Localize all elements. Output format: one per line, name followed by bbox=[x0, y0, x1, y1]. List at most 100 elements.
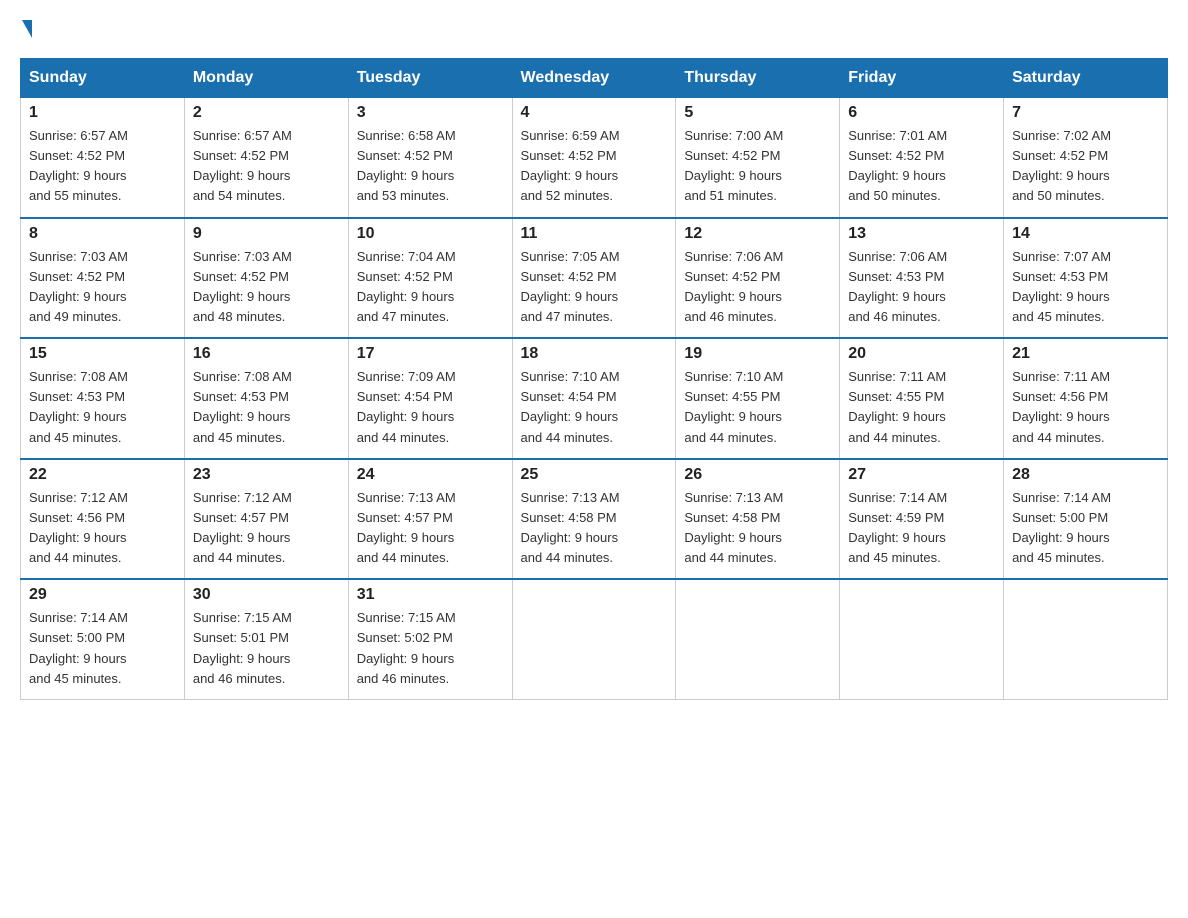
day-info: Sunrise: 7:10 AMSunset: 4:54 PMDaylight:… bbox=[521, 367, 668, 448]
day-number: 26 bbox=[684, 466, 831, 484]
day-number: 3 bbox=[357, 104, 504, 122]
day-info: Sunrise: 7:14 AMSunset: 5:00 PMDaylight:… bbox=[1012, 488, 1159, 569]
day-number: 29 bbox=[29, 586, 176, 604]
day-info: Sunrise: 7:15 AMSunset: 5:02 PMDaylight:… bbox=[357, 608, 504, 689]
weekday-header-tuesday: Tuesday bbox=[348, 59, 512, 98]
day-number: 1 bbox=[29, 104, 176, 122]
calendar-cell: 26 Sunrise: 7:13 AMSunset: 4:58 PMDayligh… bbox=[676, 459, 840, 580]
logo-triangle-icon bbox=[22, 20, 32, 38]
day-info: Sunrise: 7:06 AMSunset: 4:53 PMDaylight:… bbox=[848, 247, 995, 328]
calendar-cell: 27Sunrise: 7:14 AMSunset: 4:59 PMDayligh… bbox=[840, 459, 1004, 580]
calendar-cell: 13 Sunrise: 7:06 AMSunset: 4:53 PMDayligh… bbox=[840, 218, 1004, 339]
day-number: 4 bbox=[521, 104, 668, 122]
day-info: Sunrise: 7:05 AMSunset: 4:52 PMDaylight:… bbox=[521, 247, 668, 328]
day-number: 7 bbox=[1012, 104, 1159, 122]
day-info: Sunrise: 7:15 AMSunset: 5:01 PMDaylight:… bbox=[193, 608, 340, 689]
day-number: 21 bbox=[1012, 345, 1159, 363]
calendar-cell: 5 Sunrise: 7:00 AMSunset: 4:52 PMDaylight… bbox=[676, 98, 840, 218]
day-info: Sunrise: 7:07 AMSunset: 4:53 PMDaylight:… bbox=[1012, 247, 1159, 328]
day-info: Sunrise: 7:00 AMSunset: 4:52 PMDaylight:… bbox=[684, 126, 831, 207]
calendar-cell: 6Sunrise: 7:01 AMSunset: 4:52 PMDaylight… bbox=[840, 98, 1004, 218]
calendar-cell: 18 Sunrise: 7:10 AMSunset: 4:54 PMDayligh… bbox=[512, 338, 676, 459]
calendar-cell: 20 Sunrise: 7:11 AMSunset: 4:55 PMDayligh… bbox=[840, 338, 1004, 459]
day-number: 6 bbox=[848, 104, 995, 122]
day-number: 5 bbox=[684, 104, 831, 122]
calendar-cell: 17 Sunrise: 7:09 AMSunset: 4:54 PMDayligh… bbox=[348, 338, 512, 459]
calendar-cell bbox=[1004, 579, 1168, 699]
day-info: Sunrise: 7:08 AMSunset: 4:53 PMDaylight:… bbox=[193, 367, 340, 448]
day-info: Sunrise: 7:13 AMSunset: 4:57 PMDaylight:… bbox=[357, 488, 504, 569]
logo bbox=[20, 20, 33, 38]
day-info: Sunrise: 7:14 AMSunset: 4:59 PMDaylight:… bbox=[848, 488, 995, 569]
logo-text bbox=[20, 20, 33, 38]
day-number: 18 bbox=[521, 345, 668, 363]
calendar-cell: 30 Sunrise: 7:15 AMSunset: 5:01 PMDayligh… bbox=[184, 579, 348, 699]
calendar-cell: 12Sunrise: 7:06 AMSunset: 4:52 PMDayligh… bbox=[676, 218, 840, 339]
calendar-table: SundayMondayTuesdayWednesdayThursdayFrid… bbox=[20, 58, 1168, 700]
day-info: Sunrise: 7:13 AMSunset: 4:58 PMDaylight:… bbox=[521, 488, 668, 569]
day-number: 22 bbox=[29, 466, 176, 484]
day-number: 8 bbox=[29, 225, 176, 243]
weekday-header-thursday: Thursday bbox=[676, 59, 840, 98]
day-info: Sunrise: 6:58 AMSunset: 4:52 PMDaylight:… bbox=[357, 126, 504, 207]
day-info: Sunrise: 7:10 AMSunset: 4:55 PMDaylight:… bbox=[684, 367, 831, 448]
day-number: 2 bbox=[193, 104, 340, 122]
calendar-cell: 11 Sunrise: 7:05 AMSunset: 4:52 PMDayligh… bbox=[512, 218, 676, 339]
day-info: Sunrise: 7:12 AMSunset: 4:57 PMDaylight:… bbox=[193, 488, 340, 569]
calendar-cell bbox=[676, 579, 840, 699]
weekday-header-monday: Monday bbox=[184, 59, 348, 98]
calendar-cell: 1 Sunrise: 6:57 AMSunset: 4:52 PMDaylight… bbox=[21, 98, 185, 218]
calendar-cell: 23 Sunrise: 7:12 AMSunset: 4:57 PMDayligh… bbox=[184, 459, 348, 580]
day-number: 20 bbox=[848, 345, 995, 363]
calendar-cell: 16 Sunrise: 7:08 AMSunset: 4:53 PMDayligh… bbox=[184, 338, 348, 459]
calendar-cell bbox=[512, 579, 676, 699]
weekday-header-wednesday: Wednesday bbox=[512, 59, 676, 98]
day-number: 13 bbox=[848, 225, 995, 243]
calendar-cell: 15 Sunrise: 7:08 AMSunset: 4:53 PMDayligh… bbox=[21, 338, 185, 459]
day-info: Sunrise: 7:03 AMSunset: 4:52 PMDaylight:… bbox=[29, 247, 176, 328]
calendar-cell: 9 Sunrise: 7:03 AMSunset: 4:52 PMDaylight… bbox=[184, 218, 348, 339]
day-number: 15 bbox=[29, 345, 176, 363]
day-number: 28 bbox=[1012, 466, 1159, 484]
day-info: Sunrise: 6:57 AMSunset: 4:52 PMDaylight:… bbox=[29, 126, 176, 207]
day-info: Sunrise: 7:14 AMSunset: 5:00 PMDaylight:… bbox=[29, 608, 176, 689]
calendar-cell: 29 Sunrise: 7:14 AMSunset: 5:00 PMDayligh… bbox=[21, 579, 185, 699]
calendar-cell: 22Sunrise: 7:12 AMSunset: 4:56 PMDayligh… bbox=[21, 459, 185, 580]
day-number: 17 bbox=[357, 345, 504, 363]
day-number: 30 bbox=[193, 586, 340, 604]
weekday-header-sunday: Sunday bbox=[21, 59, 185, 98]
day-info: Sunrise: 7:03 AMSunset: 4:52 PMDaylight:… bbox=[193, 247, 340, 328]
day-number: 16 bbox=[193, 345, 340, 363]
calendar-cell: 8 Sunrise: 7:03 AMSunset: 4:52 PMDaylight… bbox=[21, 218, 185, 339]
day-number: 11 bbox=[521, 225, 668, 243]
day-number: 19 bbox=[684, 345, 831, 363]
calendar-cell: 28 Sunrise: 7:14 AMSunset: 5:00 PMDayligh… bbox=[1004, 459, 1168, 580]
page-header bbox=[20, 20, 1168, 38]
day-info: Sunrise: 7:13 AMSunset: 4:58 PMDaylight:… bbox=[684, 488, 831, 569]
day-number: 25 bbox=[521, 466, 668, 484]
day-info: Sunrise: 7:11 AMSunset: 4:55 PMDaylight:… bbox=[848, 367, 995, 448]
calendar-cell: 25 Sunrise: 7:13 AMSunset: 4:58 PMDayligh… bbox=[512, 459, 676, 580]
day-info: Sunrise: 7:04 AMSunset: 4:52 PMDaylight:… bbox=[357, 247, 504, 328]
day-info: Sunrise: 6:57 AMSunset: 4:52 PMDaylight:… bbox=[193, 126, 340, 207]
calendar-cell: 4 Sunrise: 6:59 AMSunset: 4:52 PMDaylight… bbox=[512, 98, 676, 218]
day-number: 14 bbox=[1012, 225, 1159, 243]
calendar-cell: 10 Sunrise: 7:04 AMSunset: 4:52 PMDayligh… bbox=[348, 218, 512, 339]
day-info: Sunrise: 6:59 AMSunset: 4:52 PMDaylight:… bbox=[521, 126, 668, 207]
calendar-cell: 3 Sunrise: 6:58 AMSunset: 4:52 PMDaylight… bbox=[348, 98, 512, 218]
day-number: 9 bbox=[193, 225, 340, 243]
weekday-header-saturday: Saturday bbox=[1004, 59, 1168, 98]
day-info: Sunrise: 7:08 AMSunset: 4:53 PMDaylight:… bbox=[29, 367, 176, 448]
weekday-header-friday: Friday bbox=[840, 59, 1004, 98]
day-info: Sunrise: 7:02 AMSunset: 4:52 PMDaylight:… bbox=[1012, 126, 1159, 207]
day-number: 31 bbox=[357, 586, 504, 604]
calendar-cell: 31 Sunrise: 7:15 AMSunset: 5:02 PMDayligh… bbox=[348, 579, 512, 699]
day-info: Sunrise: 7:11 AMSunset: 4:56 PMDaylight:… bbox=[1012, 367, 1159, 448]
day-number: 23 bbox=[193, 466, 340, 484]
calendar-cell: 21 Sunrise: 7:11 AMSunset: 4:56 PMDayligh… bbox=[1004, 338, 1168, 459]
calendar-cell: 24Sunrise: 7:13 AMSunset: 4:57 PMDayligh… bbox=[348, 459, 512, 580]
day-number: 12 bbox=[684, 225, 831, 243]
day-number: 10 bbox=[357, 225, 504, 243]
calendar-cell: 2 Sunrise: 6:57 AMSunset: 4:52 PMDaylight… bbox=[184, 98, 348, 218]
day-info: Sunrise: 7:09 AMSunset: 4:54 PMDaylight:… bbox=[357, 367, 504, 448]
